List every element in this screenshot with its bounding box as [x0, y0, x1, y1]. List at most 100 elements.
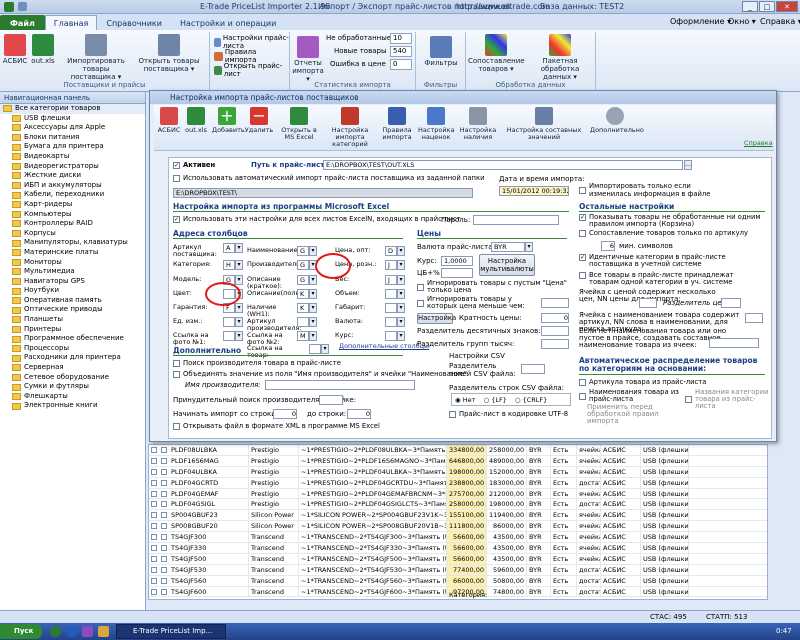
column-dropdown-dims[interactable]: ▾	[397, 303, 405, 313]
row-checkbox[interactable]	[149, 576, 159, 586]
config-button[interactable]: Настройка	[417, 313, 456, 324]
auto-by-name-checkbox[interactable]: Наименования товара из прайс-листа	[579, 389, 679, 403]
table-row[interactable]: PLDF16S6MAG Prestigio ~1*PRESTIGIO~2*PLDF1…	[149, 455, 767, 467]
match-products-button[interactable]: Сопоставление товаров ▾	[468, 34, 525, 73]
row-checkbox[interactable]	[159, 456, 169, 466]
tree-item[interactable]: Жесткие диски	[0, 171, 145, 181]
tree-item[interactable]: Манипуляторы, клавиатуры	[0, 238, 145, 248]
use-all-sheets-checkbox[interactable]: ✓ Использовать эти настройки для всех лис…	[173, 215, 461, 223]
tree-item[interactable]: Электронные книги	[0, 401, 145, 411]
table-row[interactable]: PLDF04GCRTD Prestigio ~1*PRESTIGIO~2*PLDF0…	[149, 477, 767, 489]
compound-name-field[interactable]	[709, 338, 759, 348]
column-dropdown-desc[interactable]: ▾	[309, 275, 317, 285]
column-field-price_r[interactable]: J	[385, 260, 397, 270]
row-checkbox[interactable]	[159, 532, 169, 542]
column-dropdown-volume[interactable]: ▾	[397, 289, 405, 299]
row-checkbox[interactable]	[159, 521, 169, 531]
availability-settings-button[interactable]: Настройка наличия	[458, 107, 498, 141]
column-field-mfr[interactable]: G	[297, 260, 309, 270]
tree-item[interactable]: Флешкарты	[0, 392, 145, 402]
column-dropdown-warranty[interactable]: ▾	[235, 303, 243, 313]
csv-rowsep-crlf[interactable]: ○ {CRLF}	[515, 396, 547, 404]
row-checkbox[interactable]	[149, 565, 159, 575]
row-checkbox[interactable]	[149, 532, 159, 542]
compound-values-button[interactable]: Настройка составных значений	[504, 107, 584, 141]
row-checkbox[interactable]	[159, 499, 169, 509]
tree-item[interactable]: Бумага для принтера	[0, 142, 145, 152]
theme-menu[interactable]: Оформление ▾	[670, 17, 731, 26]
import-products-button[interactable]: Импортировать товары поставщика ▾	[60, 34, 132, 81]
row-checkbox[interactable]	[159, 445, 169, 455]
tree-item[interactable]: Блоки питания	[0, 133, 145, 143]
mfr-name-field[interactable]	[265, 380, 415, 390]
column-dropdown-photo2[interactable]: ▾	[309, 331, 317, 341]
open-ms-excel-button[interactable]: Открыть в MS Excel	[278, 107, 320, 141]
browse-button[interactable]: …	[684, 160, 692, 170]
tree-item[interactable]: Планшеты	[0, 315, 145, 325]
column-field-art[interactable]: A	[223, 243, 235, 253]
column-field-name[interactable]: G	[297, 246, 309, 256]
taskbar-app-button[interactable]: E-Trade PriceList Imp...	[116, 624, 226, 639]
identical-categories-checkbox[interactable]: ✓ Идентичные категории в прайс-листе пост…	[579, 254, 765, 268]
column-field-dims[interactable]	[385, 303, 397, 313]
start-button[interactable]: Пуск	[0, 624, 42, 639]
row-checkbox[interactable]	[159, 478, 169, 488]
row-checkbox[interactable]	[159, 543, 169, 553]
column-field-price_opt[interactable]: D	[385, 246, 397, 256]
csv-delimiter-field[interactable]	[521, 364, 545, 374]
ignore-empty-price-checkbox[interactable]: Игнорировать товары с пустым "Цена" толь…	[417, 280, 567, 294]
help-menu[interactable]: Справка ▾	[760, 17, 800, 26]
column-field-avail[interactable]: K	[297, 303, 309, 313]
password-field[interactable]	[473, 215, 559, 225]
row-checkbox[interactable]	[149, 510, 159, 520]
row-checkbox[interactable]	[149, 478, 159, 488]
tree-item[interactable]: Мониторы	[0, 258, 145, 268]
csv-rowsep-none[interactable]: ◉ Нет	[455, 396, 475, 404]
tab-home[interactable]: Главная	[44, 14, 98, 30]
row-checkbox[interactable]	[149, 554, 159, 564]
merge-checkbox[interactable]: Объединять значение из поля "Имя произво…	[173, 370, 467, 378]
markup-settings-button[interactable]: Настройка наценок	[418, 107, 454, 141]
tb-out-button[interactable]: out.xls	[184, 107, 208, 134]
tree-item[interactable]: Программное обеспечение	[0, 334, 145, 344]
table-row[interactable]: TS4GJF300 Transcend ~1*TRANSCEND~2*TS4GJF3…	[149, 532, 767, 544]
extra-columns-link[interactable]: Дополнительные столбцы	[339, 342, 429, 350]
rate-field[interactable]: 1,0000	[441, 256, 473, 266]
column-dropdown-price_r[interactable]: ▾	[397, 260, 405, 270]
filters-button[interactable]: Фильтры	[424, 36, 458, 67]
tree-item[interactable]: Оптические приводы	[0, 305, 145, 315]
column-field-volume[interactable]	[385, 289, 397, 299]
tree-item[interactable]: USB флешки	[0, 114, 145, 124]
row-checkbox[interactable]	[149, 499, 159, 509]
table-row[interactable]: PLDF08ULBKA Prestigio ~1*PRESTIGIO~2*PLDF0…	[149, 445, 767, 456]
row-checkbox[interactable]	[149, 543, 159, 553]
column-field-weight[interactable]: J	[385, 275, 397, 285]
tree-item[interactable]: Видеокарты	[0, 152, 145, 162]
column-dropdown-link[interactable]: ▾	[321, 344, 329, 354]
delete-button[interactable]: − Удалить	[244, 107, 274, 134]
currency-field[interactable]: BYR	[491, 242, 525, 252]
ignore-cheap-checkbox[interactable]: Игнорировать товары у которых цена меньш…	[417, 296, 537, 310]
row-checkbox[interactable]	[159, 554, 169, 564]
column-field-link[interactable]	[309, 344, 321, 354]
tree-item[interactable]: Материнские платы	[0, 248, 145, 258]
table-row[interactable]: SP004GBUF23 Silicon Power ~1*SILICON POWER…	[149, 510, 767, 522]
column-field-desc[interactable]: G	[297, 275, 309, 285]
mfr-search-checkbox[interactable]: Поиск производителя товара в прайс-листе	[173, 359, 341, 367]
multi-price-field[interactable]	[639, 298, 657, 308]
app-shortcut-icon[interactable]	[82, 626, 93, 637]
auto-by-category-checkbox[interactable]: Названия категории товара из прайс-листа	[685, 389, 769, 410]
auto-import-checkbox[interactable]: Использовать автоматический импорт прайс…	[173, 174, 485, 182]
tree-item[interactable]: Аксессуары для Apple	[0, 123, 145, 133]
column-dropdown-cat[interactable]: ▾	[235, 260, 243, 270]
minimize-button[interactable]: _	[742, 1, 758, 12]
tree-item[interactable]: Мультимедиа	[0, 267, 145, 277]
tree-item[interactable]: Серверная	[0, 363, 145, 373]
table-row[interactable]: PLDF04GEMAF Prestigio ~1*PRESTIGIO~2*PLDF0…	[149, 488, 767, 500]
open-products-button[interactable]: Открыть товары поставщика ▾	[134, 34, 204, 73]
row-checkbox[interactable]	[159, 467, 169, 477]
cb-percent-field[interactable]	[441, 268, 473, 278]
column-dropdown-photo[interactable]: ▾	[235, 331, 243, 341]
column-field-photo2[interactable]: M	[297, 331, 309, 341]
tab-references[interactable]: Справочники	[97, 15, 171, 30]
